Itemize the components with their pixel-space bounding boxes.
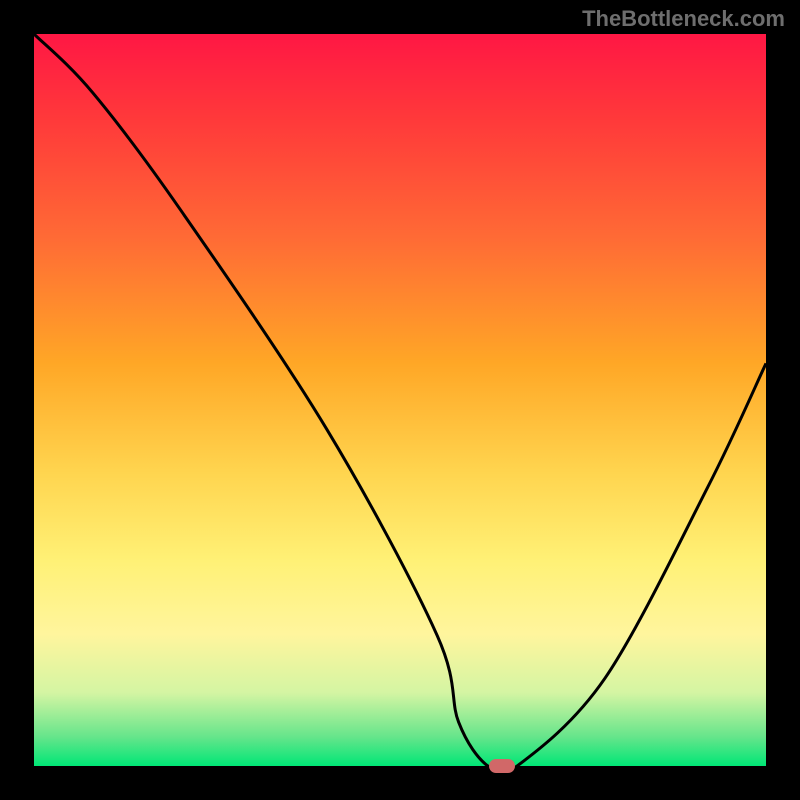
chart-plot-area xyxy=(34,34,766,766)
watermark-text: TheBottleneck.com xyxy=(582,6,785,32)
optimal-point-marker xyxy=(489,759,515,773)
bottleneck-curve xyxy=(34,34,766,766)
